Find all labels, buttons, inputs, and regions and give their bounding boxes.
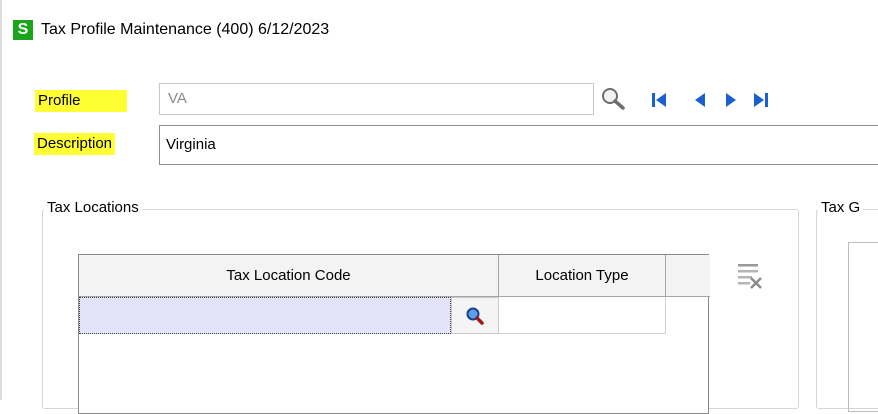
delete-row-icon[interactable] — [735, 262, 765, 292]
location-type-cell[interactable] — [499, 297, 666, 334]
app-logo-icon: S — [13, 20, 33, 40]
description-label: Description — [34, 133, 116, 155]
window-left-border — [0, 0, 2, 400]
tax-groups-legend: Tax G — [818, 199, 864, 217]
previous-record-icon[interactable] — [689, 89, 711, 111]
grid-header: Tax Location Code Location Type — [79, 255, 710, 297]
column-header-location-type[interactable]: Location Type — [499, 255, 666, 297]
profile-label: Profile — [35, 90, 127, 112]
column-header-filler — [666, 255, 710, 297]
tax-location-code-cell[interactable] — [79, 297, 451, 334]
column-header-tax-location-code[interactable]: Tax Location Code — [79, 255, 499, 297]
tax-locations-legend: Tax Locations — [44, 199, 142, 217]
next-record-icon[interactable] — [720, 89, 742, 111]
table-row[interactable] — [79, 297, 708, 334]
tax-groups-list[interactable] — [848, 242, 878, 412]
window-title: Tax Profile Maintenance (400) 6/12/2023 — [41, 21, 330, 38]
last-record-icon[interactable] — [750, 89, 772, 111]
search-icon[interactable] — [600, 86, 626, 112]
profile-input[interactable]: VA — [159, 83, 594, 115]
lookup-button[interactable] — [451, 297, 499, 334]
lookup-icon — [466, 307, 484, 325]
first-record-icon[interactable] — [648, 89, 670, 111]
tax-locations-grid: Tax Location Code Location Type — [78, 254, 710, 414]
description-input[interactable]: Virginia — [159, 125, 878, 165]
